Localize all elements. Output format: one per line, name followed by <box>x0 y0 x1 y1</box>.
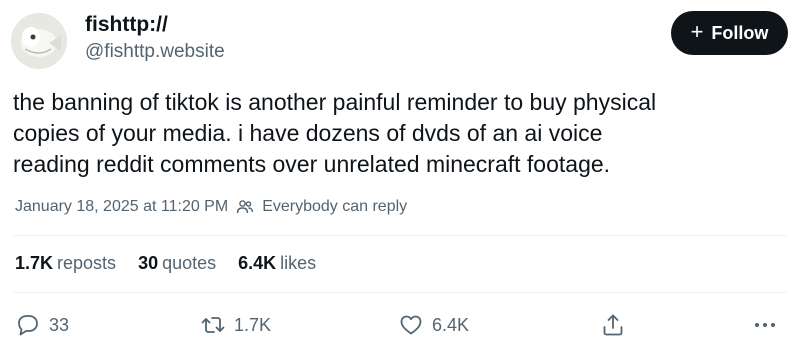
fish-avatar-icon <box>11 13 67 69</box>
engagement-stats: 1.7K reposts 30 quotes 6.4K likes <box>15 253 316 274</box>
repost-count: 1.7K <box>234 314 272 335</box>
like-count: 6.4K <box>432 314 470 335</box>
avatar[interactable] <box>11 13 67 69</box>
more-icon <box>755 323 775 327</box>
timestamp[interactable]: January 18, 2025 at 11:20 PM <box>15 198 228 216</box>
quotes-stat[interactable]: 30 quotes <box>138 253 216 274</box>
divider <box>13 235 787 236</box>
repost-button[interactable]: 1.7K <box>200 312 271 338</box>
reply-count: 33 <box>49 314 70 335</box>
reply-button[interactable]: 33 <box>15 312 69 338</box>
share-icon <box>603 314 623 336</box>
reply-icon <box>18 315 38 336</box>
reply-setting: Everybody can reply <box>262 198 408 215</box>
more-button[interactable] <box>752 312 778 338</box>
tweet-text: the banning of tiktok is another painful… <box>13 87 783 180</box>
tweet-line: the banning of tiktok is another painful… <box>13 89 657 115</box>
tweet-meta: January 18, 2025 at 11:20 PM Everybody c… <box>15 198 407 216</box>
follow-button[interactable]: + Follow <box>671 11 788 55</box>
repost-icon <box>201 317 225 333</box>
divider <box>13 292 787 293</box>
people-icon <box>236 198 254 216</box>
share-button[interactable] <box>600 312 626 338</box>
plus-icon: + <box>690 19 704 44</box>
heart-icon <box>400 315 422 335</box>
tweet-line: copies of your media. i have dozens of d… <box>13 120 603 146</box>
reposts-stat[interactable]: 1.7K reposts <box>15 253 116 274</box>
follow-label: Follow <box>711 22 769 43</box>
author-handle[interactable]: @fishttp.website <box>85 40 225 64</box>
tweet-line: reading reddit comments over unrelated m… <box>13 151 611 177</box>
display-name[interactable]: fishttp:// <box>85 13 168 37</box>
like-button[interactable]: 6.4K <box>398 312 469 338</box>
likes-stat[interactable]: 6.4K likes <box>238 253 316 274</box>
